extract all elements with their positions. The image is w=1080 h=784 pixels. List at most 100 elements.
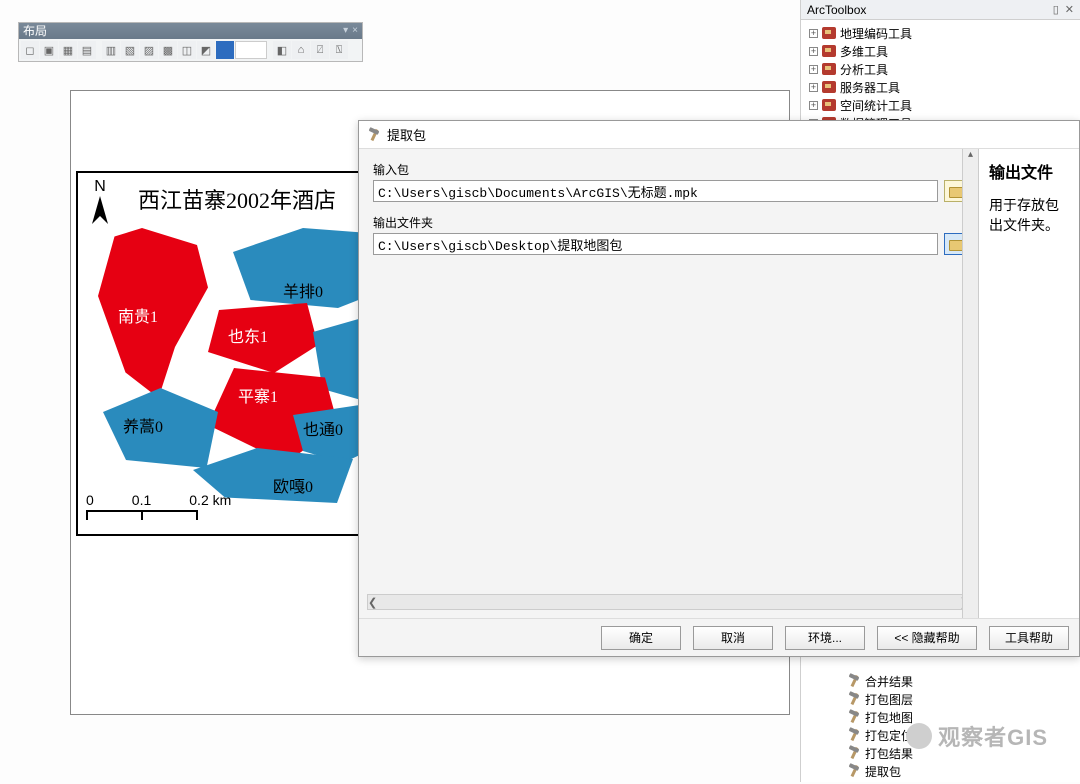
toolbox-icon <box>822 99 836 111</box>
hammer-icon <box>847 711 861 723</box>
tool-label[interactable]: 合并结果 <box>865 673 913 690</box>
tool-item: 合并结果 <box>841 672 1078 690</box>
dialog-form: 输入包 输出文件夹 ❮ ❯ ▴ <box>359 149 979 618</box>
tool-btn-3[interactable]: ▦ <box>59 41 77 59</box>
dialog-footer: 确定 取消 环境... << 隐藏帮助 工具帮助 <box>359 618 1079 656</box>
arctoolbox-title-bar[interactable]: ArcToolbox ▯ ✕ <box>801 0 1080 20</box>
tree-item: + 服务器工具 <box>803 78 1078 96</box>
hammer-icon <box>847 747 861 759</box>
arctoolbox-title: ArcToolbox <box>807 3 866 17</box>
panel-close-icon[interactable]: ✕ <box>1065 3 1074 16</box>
arctoolbox-tree[interactable]: +地理编码工具 +多维工具 +分析工具 +服务器工具 +空间统计工具 +数据管理… <box>801 20 1080 136</box>
tool-item: 提取包 <box>841 762 1078 780</box>
tool-btn-10[interactable]: ◩ <box>197 41 215 59</box>
dialog-title-bar[interactable]: 提取包 <box>359 121 1079 149</box>
hammer-icon <box>847 693 861 705</box>
toolbox-icon <box>822 63 836 75</box>
hammer-icon <box>847 765 861 777</box>
tool-btn-1[interactable]: ◻ <box>21 41 39 59</box>
tool-btn-5[interactable]: ▥ <box>102 41 120 59</box>
hammer-icon <box>847 729 861 741</box>
tool-btn-12[interactable]: ⌂ <box>292 41 310 59</box>
scale-bar: 0 0.1 0.2 km <box>86 492 276 524</box>
hide-help-button[interactable]: << 隐藏帮助 <box>877 626 977 650</box>
scale-tick-2: 0.2 km <box>189 492 231 508</box>
map-title: 西江苗寨2002年酒店 <box>138 183 336 215</box>
tree-label[interactable]: 空间统计工具 <box>840 97 912 114</box>
toolbar-sep <box>97 41 101 59</box>
toolbox-icon <box>822 45 836 57</box>
dialog-help-pane: 输出文件 用于存放包出文件夹。 <box>979 149 1079 618</box>
tool-btn-6[interactable]: ▧ <box>121 41 139 59</box>
tree-label[interactable]: 地理编码工具 <box>840 25 912 42</box>
ok-button[interactable]: 确定 <box>601 626 681 650</box>
output-folder-label: 输出文件夹 <box>373 214 968 231</box>
tool-btn-11[interactable]: ◧ <box>273 41 291 59</box>
tree-item: + 多维工具 <box>803 42 1078 60</box>
vertical-scrollbar[interactable]: ▴ <box>962 149 978 618</box>
tool-btn-14[interactable]: ⍂ <box>330 41 348 59</box>
tool-btn-active[interactable] <box>216 41 234 59</box>
label-nangui: 南贵1 <box>118 303 158 327</box>
layout-toolbar-title: 布局 <box>23 23 47 39</box>
tool-btn-9[interactable]: ◫ <box>178 41 196 59</box>
extract-package-dialog: 提取包 输入包 输出文件夹 ❮ ❯ ▴ 输出文件 用于存放包出文件夹。 <box>358 120 1080 657</box>
environments-button[interactable]: 环境... <box>785 626 865 650</box>
tree-item: + 地理编码工具 <box>803 24 1078 42</box>
scale-tick-1: 0.1 <box>132 492 151 508</box>
horizontal-scrollbar[interactable]: ❮ ❯ <box>367 594 970 610</box>
input-package-field[interactable] <box>373 180 938 202</box>
tree-label[interactable]: 分析工具 <box>840 61 888 78</box>
watermark-text: 观察者GIS <box>938 720 1048 752</box>
north-arrow-icon <box>90 196 110 230</box>
label-yangpai: 羊排0 <box>283 278 323 302</box>
tool-item: 打包图层 <box>841 690 1078 708</box>
label-pingzhai: 平寨1 <box>238 383 278 407</box>
expand-icon[interactable]: + <box>809 101 818 110</box>
expand-icon[interactable]: + <box>809 65 818 74</box>
north-arrow: N <box>90 178 110 230</box>
tree-item: + 空间统计工具 <box>803 96 1078 114</box>
tree-item: + 分析工具 <box>803 60 1078 78</box>
hammer-icon <box>847 675 861 687</box>
tree-label[interactable]: 多维工具 <box>840 43 888 60</box>
output-folder-field[interactable] <box>373 233 938 255</box>
toolbar-close-icon[interactable]: × <box>352 23 358 39</box>
expand-icon[interactable]: + <box>809 47 818 56</box>
scroll-left-icon[interactable]: ❮ <box>368 596 377 609</box>
label-ouga: 欧嘎0 <box>273 473 313 497</box>
tree-label[interactable]: 服务器工具 <box>840 79 900 96</box>
label-yedong: 也东1 <box>228 323 268 347</box>
dialog-title: 提取包 <box>387 125 426 144</box>
toolbar-sep-2 <box>268 41 272 59</box>
tool-btn-13[interactable]: ⍁ <box>311 41 329 59</box>
north-letter: N <box>90 178 110 196</box>
layout-toolbar-title-bar[interactable]: 布局 ▾ × <box>19 23 362 39</box>
label-yetong: 也通0 <box>303 416 343 440</box>
map-frame: N 西江苗寨2002年酒店 南贵1 羊排0 也东1 平寨1 东 养蒿0 也通0 … <box>76 171 386 536</box>
tool-btn-2[interactable]: ▣ <box>40 41 58 59</box>
tool-help-button[interactable]: 工具帮助 <box>989 626 1069 650</box>
expand-icon[interactable]: + <box>809 83 818 92</box>
watermark-icon <box>906 723 932 749</box>
panel-pin-icon[interactable]: ▯ <box>1053 3 1059 16</box>
tool-label[interactable]: 提取包 <box>865 763 901 780</box>
tool-btn-4[interactable]: ▤ <box>78 41 96 59</box>
zoom-percent-input[interactable] <box>235 41 267 59</box>
scroll-up-icon[interactable]: ▴ <box>963 149 978 165</box>
help-text: 用于存放包出文件夹。 <box>989 195 1069 235</box>
label-yangao: 养蒿0 <box>123 413 163 437</box>
layout-toolbar: 布局 ▾ × ◻ ▣ ▦ ▤ ▥ ▧ ▨ ▩ ◫ ◩ ◧ ⌂ ⍁ ⍂ <box>18 22 363 62</box>
tool-btn-7[interactable]: ▨ <box>140 41 158 59</box>
dialog-body: 输入包 输出文件夹 ❮ ❯ ▴ 输出文件 用于存放包出文件夹。 <box>359 149 1079 618</box>
toolbox-icon <box>822 27 836 39</box>
cancel-button[interactable]: 取消 <box>693 626 773 650</box>
toolbar-dropdown-icon[interactable]: ▾ <box>343 23 348 39</box>
tool-btn-8[interactable]: ▩ <box>159 41 177 59</box>
help-title: 输出文件 <box>989 159 1069 183</box>
tool-label[interactable]: 打包图层 <box>865 691 913 708</box>
hammer-icon <box>367 129 381 141</box>
toolbox-icon <box>822 81 836 93</box>
scale-tick-0: 0 <box>86 492 94 508</box>
expand-icon[interactable]: + <box>809 29 818 38</box>
